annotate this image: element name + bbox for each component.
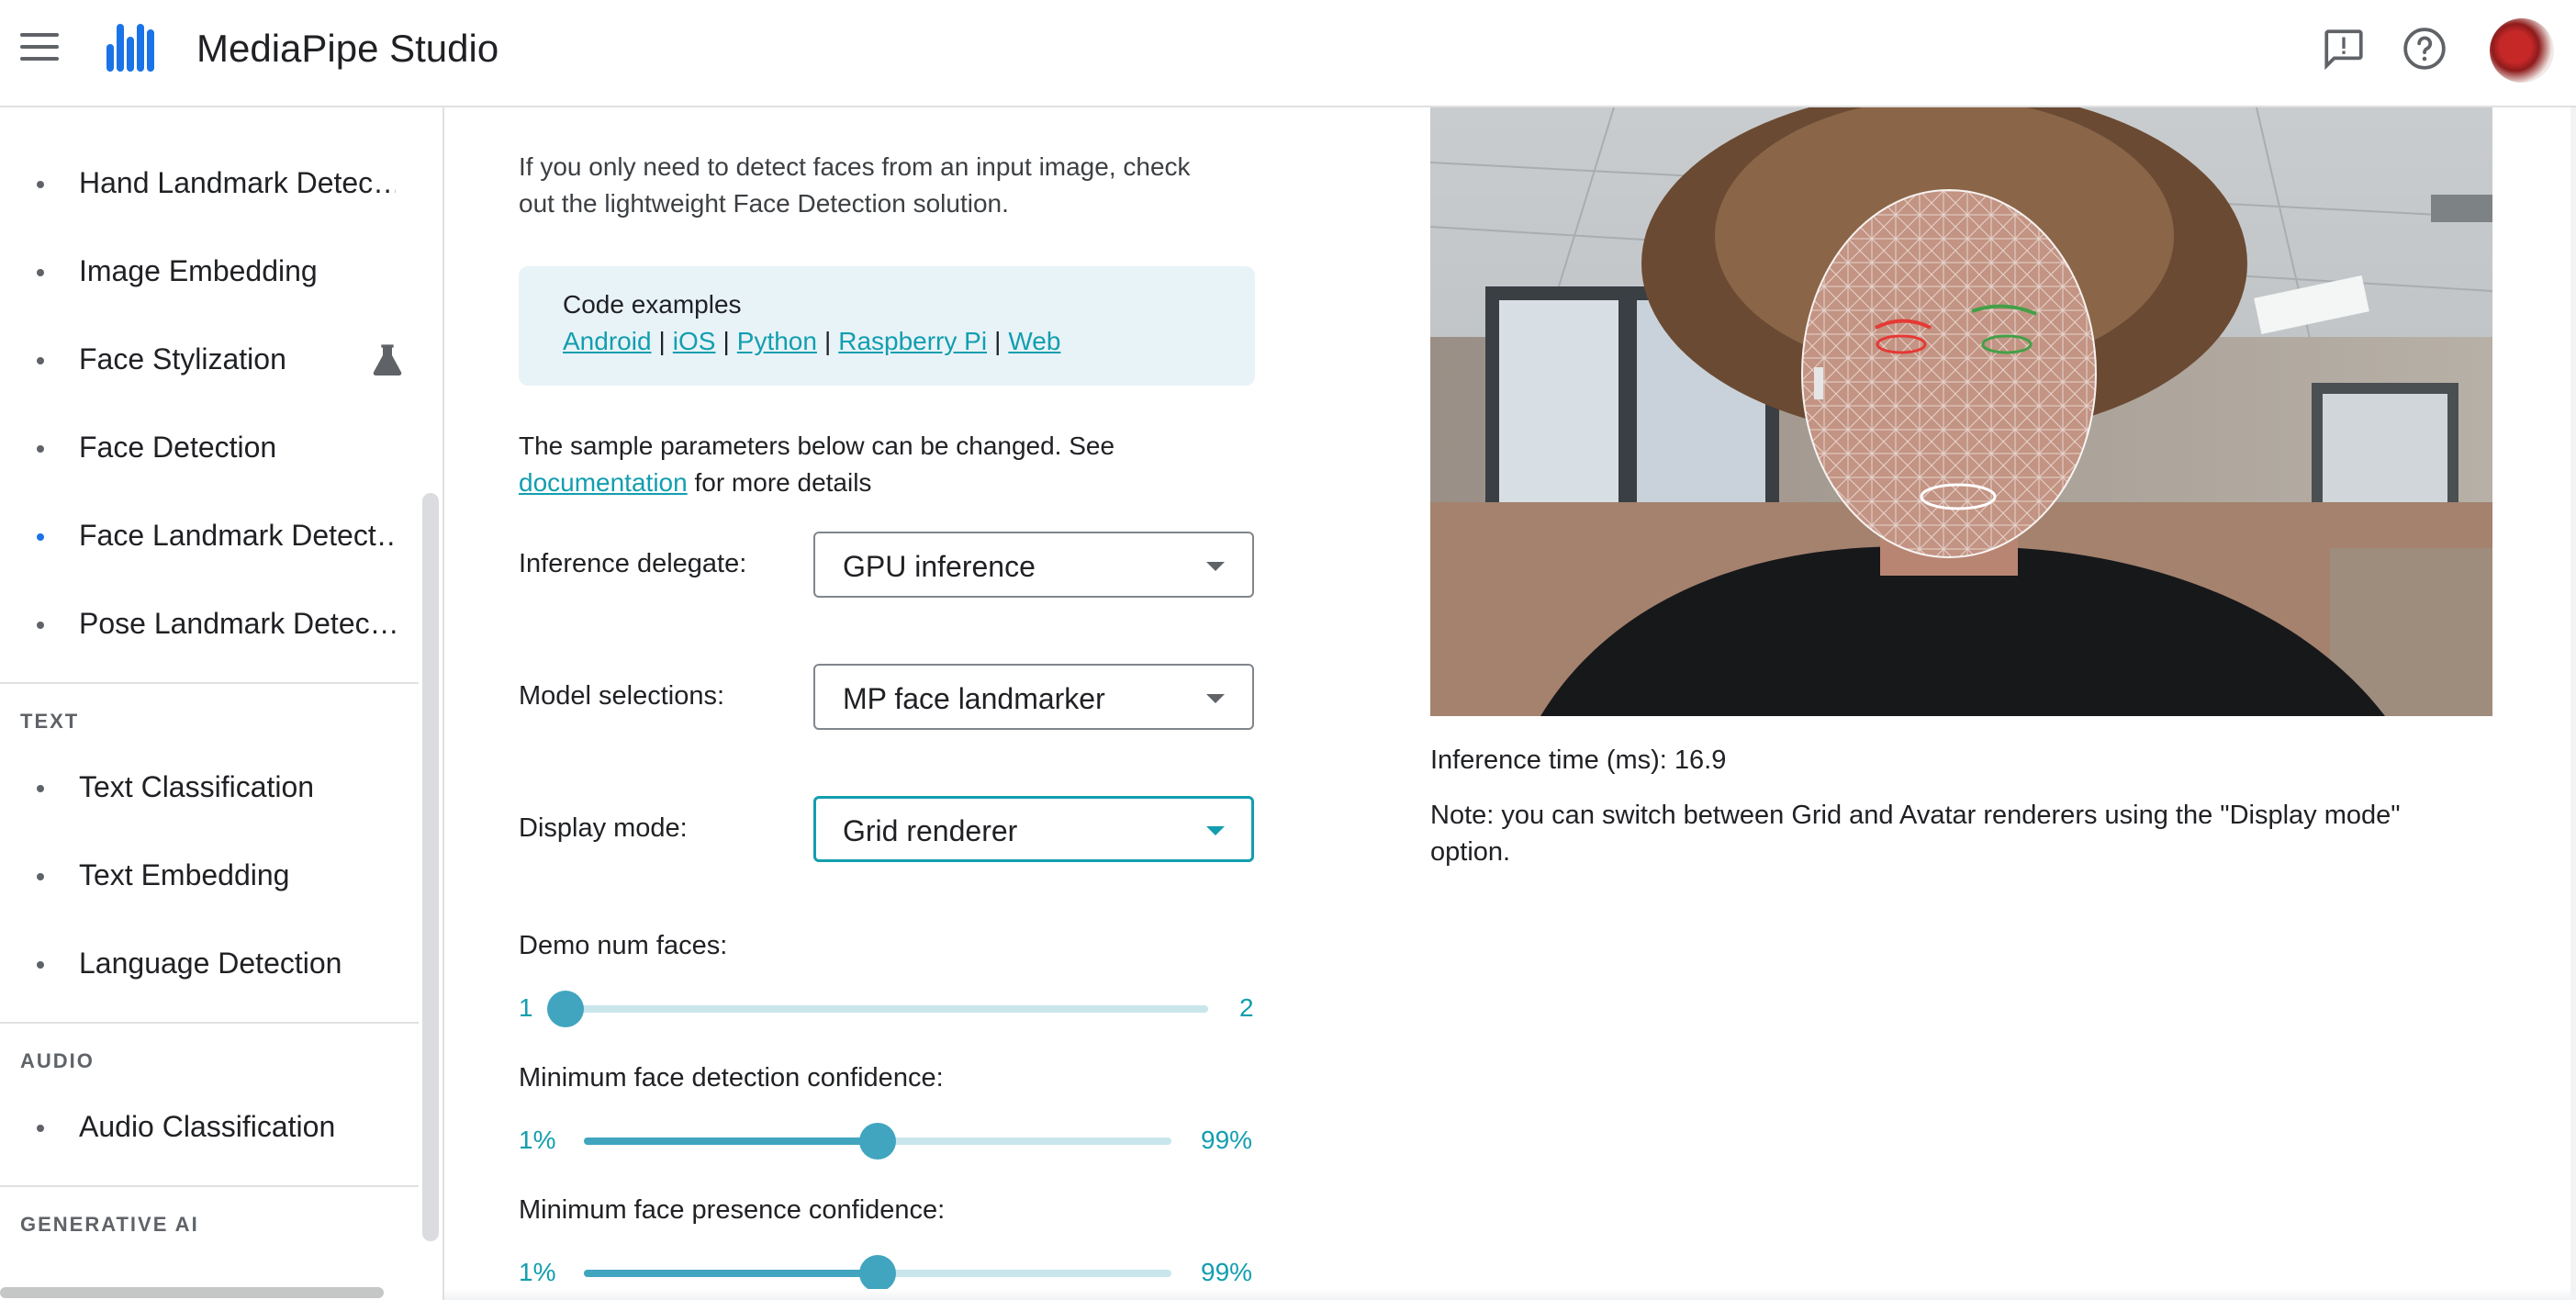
detection-confidence-label: Minimum face detection confidence:	[519, 1063, 944, 1093]
num-faces-slider[interactable]	[547, 991, 1208, 1027]
sidebar-item-label: Pose Landmark Detec…	[79, 607, 396, 640]
documentation-link[interactable]: documentation	[519, 468, 688, 497]
sidebar-item-label: Image Embedding	[79, 254, 318, 287]
help-icon[interactable]	[2402, 26, 2447, 72]
app-title[interactable]: MediaPipe Studio	[196, 27, 498, 71]
dropdown-arrow-icon	[1206, 562, 1225, 571]
link-python[interactable]: Python	[737, 327, 817, 355]
page-vertical-scrollbar[interactable]	[2570, 107, 2576, 1300]
section-header-text: TEXT	[20, 710, 80, 733]
sidebar-item-label: Face Landmark Detect…	[79, 519, 396, 552]
detection-confidence-slider[interactable]	[584, 1123, 1171, 1160]
sidebar-item-hand-landmark[interactable]: Hand Landmark Detec…	[0, 147, 419, 220]
sidebar-divider	[0, 1022, 419, 1024]
separator: |	[823, 327, 832, 355]
sidebar-item-face-detection[interactable]: Face Detection	[0, 411, 419, 485]
camera-frame-image	[1430, 107, 2492, 716]
params-line: The sample parameters below can be chang…	[519, 431, 1115, 460]
num-faces-max: 2	[1239, 993, 1254, 1022]
sidebar-item-label: Language Detection	[79, 947, 342, 980]
intro-line: out the lightweight Face Detection solut…	[519, 189, 1009, 218]
sidebar-divider	[0, 1185, 419, 1187]
sidebar-border	[442, 107, 444, 1300]
separator: |	[994, 327, 1002, 355]
detection-confidence-min: 1%	[519, 1126, 556, 1154]
detection-confidence-max: 99%	[1201, 1126, 1253, 1154]
sidebar-item-face-stylization[interactable]: Face Stylization	[0, 323, 419, 397]
num-faces-label: Demo num faces:	[519, 931, 728, 960]
sidebar-item-audio-classification[interactable]: Audio Classification	[0, 1091, 419, 1164]
model-selections-label: Model selections:	[519, 681, 725, 711]
presence-confidence-min: 1%	[519, 1258, 556, 1286]
sidebar-item-text-classification[interactable]: Text Classification	[0, 751, 419, 824]
sidebar-item-image-embedding[interactable]: Image Embedding	[0, 235, 419, 308]
section-header-audio: AUDIO	[20, 1049, 95, 1072]
avatar[interactable]	[2490, 18, 2554, 83]
presence-confidence-max: 99%	[1201, 1258, 1253, 1286]
sidebar-item-label: Text Embedding	[79, 858, 290, 891]
sidebar-item-label: Face Detection	[79, 431, 277, 464]
note-line: Note: you can switch between Grid and Av…	[1430, 801, 2401, 830]
bottom-shadow	[444, 1289, 2570, 1300]
code-examples-title: Code examples	[563, 290, 742, 319]
sidebar-item-label: Text Classification	[79, 770, 315, 803]
inference-delegate-label: Inference delegate:	[519, 549, 747, 578]
separator: |	[722, 327, 730, 355]
menu-icon[interactable]	[20, 33, 59, 64]
sidebar-item-language-detection[interactable]: Language Detection	[0, 927, 419, 1001]
link-ios[interactable]: iOS	[673, 327, 716, 355]
mediapipe-logo-icon[interactable]	[106, 24, 154, 72]
sidebar: Hand Landmark Detec… Image Embedding Fac…	[0, 107, 419, 1300]
dropdown-arrow-icon	[1206, 694, 1225, 703]
link-raspberry-pi[interactable]: Raspberry Pi	[838, 327, 987, 355]
sidebar-horizontal-scrollbar[interactable]	[0, 1287, 384, 1298]
sidebar-item-pose-landmark[interactable]: Pose Landmark Detec…	[0, 588, 419, 661]
slider-thumb[interactable]	[859, 1255, 896, 1292]
sidebar-item-face-landmark[interactable]: Face Landmark Detect…	[0, 499, 419, 573]
select-value: Grid renderer	[843, 814, 1018, 847]
app-header: MediaPipe Studio	[0, 0, 2576, 107]
link-android[interactable]: Android	[563, 327, 652, 355]
model-selections-select[interactable]: MP face landmarker	[813, 664, 1254, 730]
slider-thumb[interactable]	[859, 1123, 896, 1160]
slider-thumb[interactable]	[547, 991, 584, 1027]
intro-text: If you only need to detect faces from an…	[519, 149, 1271, 222]
section-header-generative-ai: GENERATIVE AI	[20, 1213, 199, 1236]
display-mode-select[interactable]: Grid renderer	[813, 796, 1254, 862]
presence-confidence-slider[interactable]	[584, 1255, 1171, 1292]
sidebar-item-label: Hand Landmark Detec…	[79, 166, 396, 199]
sidebar-vertical-scrollbar[interactable]	[422, 493, 439, 1241]
slider-fill	[584, 1270, 878, 1277]
sidebar-divider	[0, 682, 419, 684]
camera-preview	[1430, 107, 2492, 716]
intro-line: If you only need to detect faces from an…	[519, 152, 1191, 181]
presence-confidence-label: Minimum face presence confidence:	[519, 1195, 946, 1225]
code-examples-links: Android | iOS | Python | Raspberry Pi | Web	[563, 327, 1060, 356]
sidebar-item-label: Audio Classification	[79, 1110, 336, 1143]
select-value: GPU inference	[843, 550, 1036, 583]
dropdown-arrow-icon	[1206, 826, 1225, 835]
flask-icon	[373, 344, 402, 375]
params-text: The sample parameters below can be chang…	[519, 428, 1271, 501]
code-examples-box: Code examples Android | iOS | Python | Raspber…	[519, 266, 1255, 386]
sidebar-item-label: Face Stylization	[79, 342, 286, 375]
slider-fill	[584, 1138, 878, 1145]
note-line: option.	[1430, 837, 1511, 867]
feedback-icon[interactable]	[2321, 26, 2367, 72]
sidebar-item-text-embedding[interactable]: Text Embedding	[0, 839, 419, 913]
inference-time: Inference time (ms): 16.9	[1430, 745, 1727, 775]
inference-delegate-select[interactable]: GPU inference	[813, 532, 1254, 598]
link-web[interactable]: Web	[1008, 327, 1060, 355]
select-value: MP face landmarker	[843, 682, 1105, 715]
params-rest: for more details	[687, 468, 872, 497]
display-mode-label: Display mode:	[519, 813, 688, 843]
num-faces-min: 1	[519, 993, 533, 1022]
separator: |	[658, 327, 666, 355]
renderer-note: Note: you can switch between Grid and Av…	[1430, 797, 2495, 870]
